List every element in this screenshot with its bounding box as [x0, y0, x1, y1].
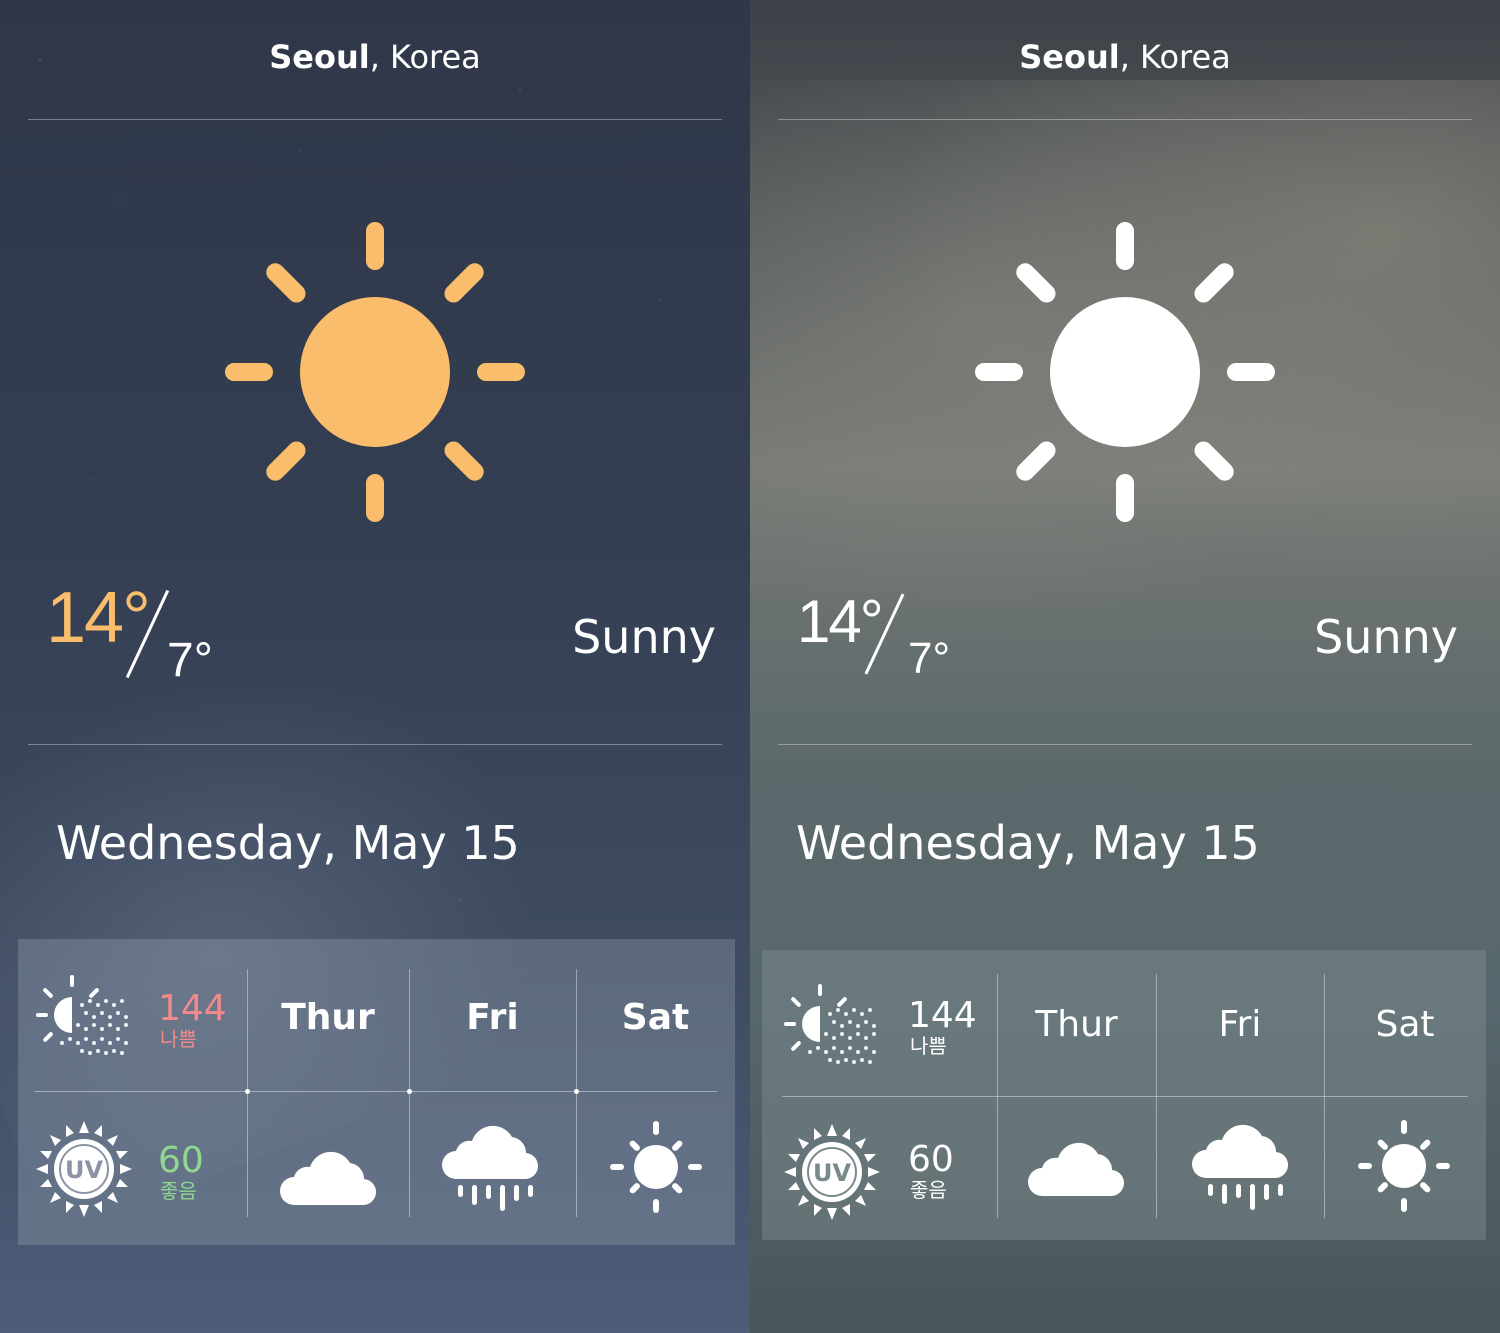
grid-dot: [407, 1089, 412, 1094]
top-divider: [778, 119, 1472, 120]
city-name: Seoul: [1019, 38, 1120, 76]
uv-label: 좋음: [160, 1179, 197, 1203]
sun-icon: [975, 222, 1275, 522]
uv-label: 좋음: [910, 1178, 947, 1202]
condition-text: Sunny: [572, 610, 716, 664]
cloud-icon: [280, 1151, 376, 1205]
air-quality-value: 144: [158, 988, 227, 1029]
rain-icon: [1192, 1124, 1288, 1210]
country-name: Korea: [1140, 38, 1231, 76]
uv-index-icon: UV: [36, 1121, 132, 1217]
sun-icon: [610, 1121, 702, 1213]
sun-icon: [1358, 1120, 1450, 1212]
uv-icon-text: UV: [65, 1156, 103, 1184]
date-label: Wednesday, May 15: [56, 816, 520, 870]
date-label: Wednesday, May 15: [796, 816, 1260, 870]
air-quality-label: 나쁨: [910, 1034, 947, 1058]
uv-value: 60: [158, 1140, 204, 1181]
grid-line: [782, 1096, 1468, 1097]
forecast-day-sat[interactable]: Sat: [576, 997, 735, 1038]
weather-screen-cloudy-theme: Seoul, Korea 14° 7° Sunny Wednesday, May…: [750, 0, 1500, 1333]
forecast-day-sat[interactable]: Sat: [1324, 1004, 1486, 1045]
location-separator: ,: [369, 38, 391, 76]
forecast-day-fri[interactable]: Fri: [1156, 1004, 1324, 1045]
forecast-day-fri[interactable]: Fri: [409, 997, 576, 1038]
middle-divider: [778, 744, 1472, 745]
forecast-panel: 144 나쁨 UV 60 좋음 Thur Fri Sat: [18, 939, 735, 1245]
low-temperature: 7°: [167, 634, 213, 687]
middle-divider: [28, 744, 722, 745]
uv-value: 60: [908, 1139, 954, 1180]
top-divider: [28, 119, 722, 120]
forecast-panel: 144 나쁨 UV 60 좋음 Thur Fri Sat: [762, 950, 1486, 1240]
condition-text: Sunny: [1314, 610, 1458, 664]
uv-index-icon: UV: [784, 1124, 880, 1220]
air-quality-label: 나쁨: [160, 1027, 197, 1051]
location-label[interactable]: Seoul, Korea: [0, 38, 750, 76]
comparison-view: Seoul, Korea 14° 7° Sunny Wednesday, May…: [0, 0, 1500, 1333]
country-name: Korea: [390, 38, 481, 76]
low-temperature: 7°: [908, 634, 951, 683]
fine-dust-sun-icon: [36, 975, 128, 1055]
weather-screen-night-theme: Seoul, Korea 14° 7° Sunny Wednesday, May…: [0, 0, 750, 1333]
grid-dot: [574, 1089, 579, 1094]
location-label[interactable]: Seoul, Korea: [750, 38, 1500, 76]
grid-dot: [245, 1089, 250, 1094]
sun-icon: [225, 222, 525, 522]
rain-icon: [442, 1125, 538, 1211]
high-temperature: 14°: [46, 578, 151, 658]
city-name: Seoul: [269, 38, 370, 76]
cloud-icon: [1028, 1142, 1124, 1196]
uv-icon-text: UV: [813, 1159, 851, 1187]
high-temperature: 14°: [797, 588, 884, 655]
forecast-day-thur[interactable]: Thur: [997, 1004, 1156, 1045]
fine-dust-sun-icon: [784, 984, 876, 1064]
location-separator: ,: [1119, 38, 1141, 76]
grid-line: [34, 1091, 717, 1092]
air-quality-value: 144: [908, 995, 977, 1036]
forecast-day-thur[interactable]: Thur: [247, 997, 409, 1038]
